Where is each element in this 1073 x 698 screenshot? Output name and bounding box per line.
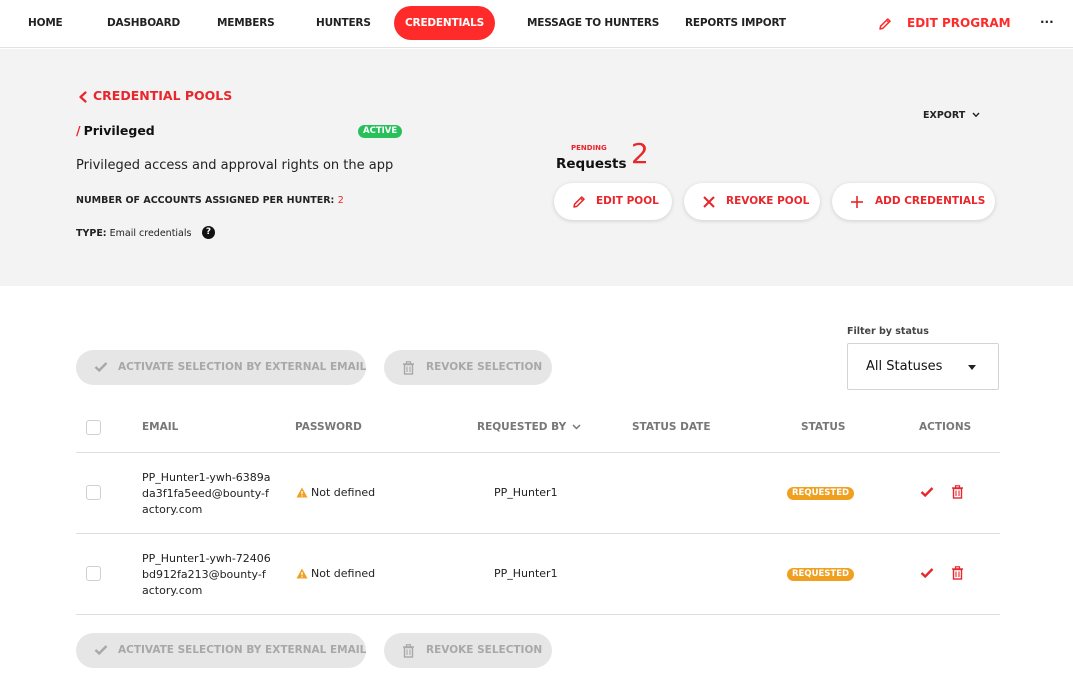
revoke-selection-label: REVOKE SELECTION	[426, 361, 543, 373]
close-icon	[703, 196, 715, 208]
edit-pool-button[interactable]: EDIT POOL	[554, 183, 672, 220]
table-divider	[76, 452, 1000, 453]
nav-dashboard[interactable]: DASHBOARD	[107, 6, 180, 40]
column-requested-by[interactable]: REQUESTED BY	[477, 421, 581, 433]
approve-check-icon[interactable]	[920, 567, 934, 579]
revoke-selection-button-bottom[interactable]: REVOKE SELECTION	[384, 633, 552, 668]
status-badge: REQUESTED	[787, 568, 855, 581]
nav-reports-import[interactable]: REPORTS IMPORT	[685, 6, 786, 40]
check-icon	[94, 362, 108, 373]
activate-selection-button-bottom[interactable]: ACTIVATE SELECTION BY EXTERNAL EMAIL	[76, 633, 366, 668]
help-icon[interactable]: ?	[202, 226, 215, 239]
chevron-left-icon	[79, 91, 87, 103]
warning-icon	[296, 568, 308, 579]
activate-selection-button[interactable]: ACTIVATE SELECTION BY EXTERNAL EMAIL	[76, 350, 366, 385]
pencil-icon	[573, 196, 585, 208]
pending-label: PENDING	[571, 144, 607, 152]
top-nav: HOME DASHBOARD MEMBERS HUNTERS CREDENTIA…	[0, 0, 1073, 48]
nav-hunters[interactable]: HUNTERS	[316, 6, 371, 40]
edit-pool-label: EDIT POOL	[596, 195, 659, 207]
requests-label: Requests	[556, 156, 627, 172]
accounts-per-hunter: NUMBER OF ACCOUNTS ASSIGNED PER HUNTER: …	[76, 195, 344, 206]
type-value: Email credentials	[109, 228, 192, 239]
column-actions: ACTIONS	[919, 421, 972, 433]
delete-trash-icon[interactable]	[951, 566, 964, 580]
pool-type: TYPE: Email credentials	[76, 228, 191, 239]
pool-description: Privileged access and approval rights on…	[76, 158, 394, 173]
column-email: EMAIL	[142, 421, 179, 433]
requests-count: 2	[631, 137, 649, 170]
row-email: PP_Hunter1-ywh-72406bd912fa213@bounty-fa…	[142, 552, 271, 597]
activate-selection-label: ACTIVATE SELECTION BY EXTERNAL EMAIL	[118, 644, 367, 656]
revoke-selection-button[interactable]: REVOKE SELECTION	[384, 350, 552, 385]
row-requested-by: PP_Hunter1	[494, 486, 558, 499]
delete-trash-icon[interactable]	[951, 485, 964, 499]
status-filter-value: All Statuses	[866, 359, 943, 374]
row-requested-by: PP_Hunter1	[494, 567, 558, 580]
approve-check-icon[interactable]	[920, 486, 934, 498]
status-badge: REQUESTED	[787, 487, 855, 500]
check-icon	[94, 645, 108, 656]
trash-icon	[403, 361, 414, 375]
caret-down-icon	[968, 365, 976, 370]
trash-icon	[403, 644, 414, 658]
pool-header: CREDENTIAL POOLS / Privileged ACTIVE Priv…	[0, 49, 1073, 286]
status-filter-select[interactable]: All Statuses	[847, 343, 999, 390]
plus-icon	[851, 196, 863, 208]
export-label: EXPORT	[923, 110, 966, 121]
page-title: / Privileged	[76, 123, 155, 138]
type-label: TYPE:	[76, 228, 107, 239]
select-all-checkbox[interactable]	[86, 420, 101, 435]
row-checkbox[interactable]	[86, 566, 101, 581]
pool-status-badge: ACTIVE	[358, 125, 403, 138]
title-slash: /	[76, 123, 81, 138]
column-status-date: STATUS DATE	[632, 421, 711, 433]
nav-credentials[interactable]: CREDENTIALS	[394, 6, 495, 40]
accounts-value: 2	[337, 195, 344, 206]
revoke-pool-label: REVOKE POOL	[726, 195, 810, 207]
more-menu-icon[interactable]: ...	[1040, 12, 1054, 26]
add-credentials-button[interactable]: ADD CREDENTIALS	[832, 183, 995, 220]
pencil-icon	[879, 18, 891, 30]
revoke-selection-label: REVOKE SELECTION	[426, 644, 543, 656]
row-checkbox[interactable]	[86, 485, 101, 500]
row-divider	[76, 614, 1000, 615]
warning-icon	[296, 487, 308, 498]
edit-program-label: EDIT PROGRAM	[907, 16, 1011, 30]
row-password: Not defined	[311, 486, 376, 499]
chevron-down-icon	[972, 112, 980, 118]
column-status: STATUS	[801, 421, 846, 433]
pool-name: Privileged	[83, 123, 155, 138]
sort-chevron-down-icon	[572, 424, 581, 430]
row-divider	[76, 533, 1000, 534]
row-email: PP_Hunter1-ywh-6389ada3f1fa5eed@bounty-f…	[142, 471, 271, 516]
filter-status-label: Filter by status	[847, 326, 929, 337]
column-requested-by-label: REQUESTED BY	[477, 421, 567, 433]
row-password: Not defined	[311, 567, 376, 580]
activate-selection-label: ACTIVATE SELECTION BY EXTERNAL EMAIL	[118, 361, 367, 373]
back-label: CREDENTIAL POOLS	[93, 88, 233, 103]
column-password: PASSWORD	[295, 421, 362, 433]
export-dropdown[interactable]: EXPORT	[923, 110, 980, 121]
nav-members[interactable]: MEMBERS	[217, 6, 275, 40]
nav-home[interactable]: HOME	[28, 6, 63, 40]
accounts-label: NUMBER OF ACCOUNTS ASSIGNED PER HUNTER:	[76, 195, 335, 206]
nav-message-to-hunters[interactable]: MESSAGE TO HUNTERS	[527, 6, 659, 40]
add-credentials-label: ADD CREDENTIALS	[875, 195, 986, 207]
revoke-pool-button[interactable]: REVOKE POOL	[684, 183, 820, 220]
